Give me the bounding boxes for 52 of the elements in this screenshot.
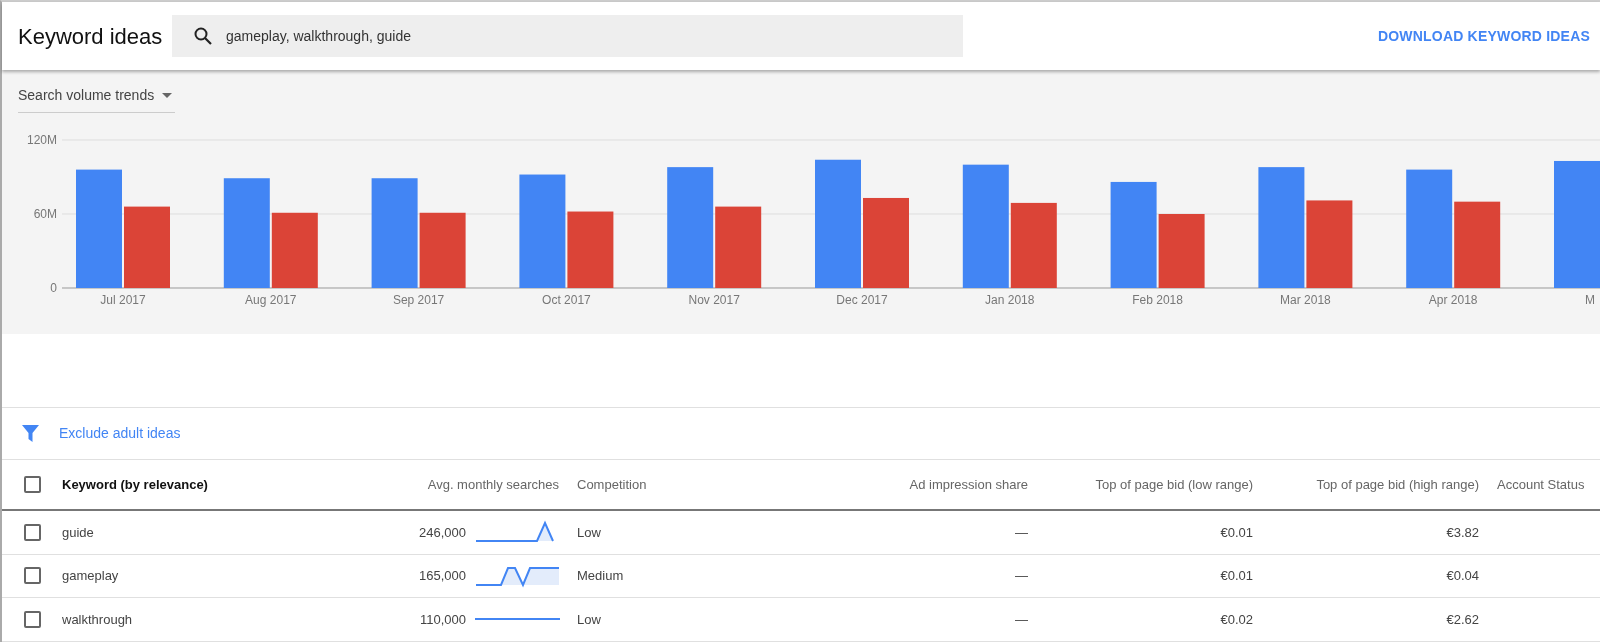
search-field[interactable]: gameplay, walkthrough, guide [172, 15, 963, 57]
searches-cell-text: 165,000 [419, 567, 466, 585]
column-header[interactable]: Avg. monthly searches [392, 474, 567, 495]
keyword-cell-text: guide [62, 523, 95, 542]
x-axis-label: Feb 2018 [1132, 293, 1183, 307]
bid-cell-text: €0.01 [1219, 567, 1254, 585]
checkbox[interactable] [24, 523, 41, 541]
y-axis-label: 0 [50, 281, 57, 295]
competition-cell-text: Medium [576, 567, 625, 585]
column-header[interactable]: Ad impression share [802, 474, 1036, 495]
checkbox[interactable] [24, 610, 41, 628]
x-axis-label: Oct 2017 [542, 293, 591, 307]
chart-type-dropdown[interactable]: Search volume trends [18, 85, 175, 113]
x-axis-label: Jan 2018 [985, 293, 1035, 307]
keyword-cell-text: gameplay [62, 567, 120, 585]
bid-cell-text: €3.82 [1445, 523, 1480, 542]
competition-cell-text: Low [576, 523, 602, 542]
search-input[interactable]: gameplay, walkthrough, guide [226, 25, 926, 47]
filter-link[interactable]: Exclude adult ideas [59, 423, 181, 444]
bid-cell-text: €0.02 [1219, 610, 1254, 629]
column-header[interactable]: Competition [567, 474, 802, 495]
download-link[interactable]: DOWNLOAD KEYWORD IDEAS [1377, 25, 1590, 47]
column-header[interactable]: Top of page bid (high range) [1261, 474, 1487, 495]
column-header[interactable]: Account Status [1487, 474, 1600, 495]
column-header[interactable]: Top of page bid (low range) [1036, 474, 1261, 495]
impression-share-cell-text: — [1014, 523, 1029, 542]
keyword-cell-text: walkthrough [62, 610, 134, 629]
x-axis-label: Sep 2017 [392, 293, 445, 307]
x-axis-label: Mar 2018 [1280, 293, 1331, 307]
bid-cell-text: €0.01 [1219, 523, 1254, 542]
x-axis-label: Apr 2018 [1428, 293, 1478, 307]
x-axis-label: Jul 2017 [100, 293, 146, 307]
impression-share-cell-text: — [1014, 567, 1029, 585]
searches-cell-text: 246,000 [419, 523, 466, 542]
competition-cell-text: Low [576, 610, 602, 629]
x-axis-label: Aug 2017 [245, 293, 297, 307]
search-icon [194, 27, 212, 45]
checkbox[interactable] [24, 476, 41, 493]
page-title: Keyword ideas [18, 22, 164, 51]
bid-cell-text: €2.62 [1445, 610, 1480, 629]
caret-icon [162, 93, 173, 98]
x-axis-label: Dec 2017 [836, 293, 888, 307]
filter-icon[interactable] [22, 425, 39, 442]
impression-share-cell-text: — [1014, 610, 1029, 629]
checkbox[interactable] [24, 567, 41, 585]
x-axis-label: Nov 2017 [688, 293, 740, 307]
column-header[interactable]: Keyword (by relevance) [62, 474, 392, 495]
searches-cell-text: 110,000 [419, 610, 466, 629]
x-axis-label: M [1585, 293, 1595, 307]
bid-cell-text: €0.04 [1445, 567, 1480, 585]
y-axis-label: 60M [33, 207, 57, 221]
y-axis-label: 120M [26, 133, 57, 147]
